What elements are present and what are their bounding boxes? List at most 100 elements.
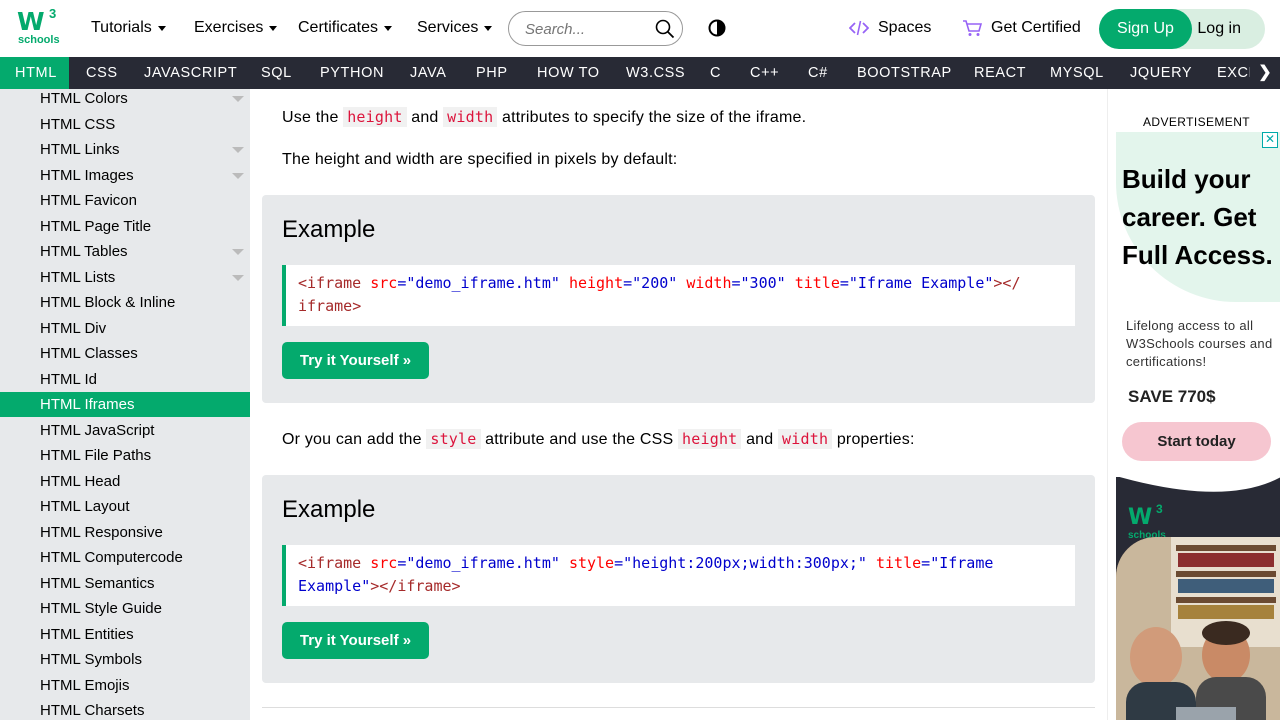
sidebar-item[interactable]: HTML Semantics — [0, 571, 250, 596]
ad-subtext: Lifelong access to all W3Schools courses… — [1126, 318, 1273, 369]
expand-caret-icon[interactable] — [232, 249, 244, 255]
sidebar-item[interactable]: HTML Iframes — [0, 392, 250, 417]
sidebar-item-label: HTML File Paths — [40, 447, 152, 464]
sidebar-item-label: HTML Emojis — [40, 676, 130, 694]
sidebar-item-label: HTML JavaScript — [40, 421, 155, 439]
expand-caret-icon[interactable] — [232, 172, 244, 179]
ad-dark-panel: W 3 schools — [1116, 477, 1280, 720]
advertisement-column: ADVERTISEMENT Build your career. Get Ful… — [1107, 89, 1280, 720]
ad-close-icon[interactable]: ✕ — [1262, 132, 1278, 148]
nav-item-java[interactable]: JAVA — [410, 57, 447, 89]
sidebar-item[interactable]: HTML Charsets — [0, 698, 250, 720]
nav-item-mysql[interactable]: MYSQL — [1050, 57, 1104, 89]
logo-w3-text: W — [17, 7, 45, 36]
code-example-1: <iframe src="demo_iframe.htm" height="20… — [282, 265, 1075, 326]
sidebar-item[interactable]: HTML CSS — [0, 112, 250, 137]
menu-exercises-label: Exercises — [194, 19, 264, 36]
sidebar-item-label: HTML Favicon — [40, 192, 137, 209]
sidebar-item[interactable]: HTML Style Guide — [0, 596, 250, 621]
sidebar-item-label: HTML Colors — [40, 90, 128, 107]
sidebar-item[interactable]: HTML Favicon — [0, 188, 250, 213]
nav-scroll-right-icon[interactable]: ❯ — [1250, 57, 1280, 89]
sidebar-item[interactable]: HTML Classes — [0, 341, 250, 366]
nav-item-sql[interactable]: SQL — [261, 57, 292, 89]
sidebar-item[interactable]: HTML Responsive — [0, 520, 250, 545]
sidebar-item[interactable]: HTML Div — [0, 316, 250, 341]
sidebar-item-label: HTML Block & Inline — [40, 294, 176, 311]
menu-certificates[interactable]: Certificates — [298, 19, 393, 37]
logo-schools-text: schools — [18, 34, 60, 46]
sidebar-item[interactable]: HTML Symbols — [0, 647, 250, 672]
ad-wave-shape — [1116, 477, 1280, 492]
nav-item-howto[interactable]: HOW TO — [537, 57, 600, 89]
paragraph-pixels: The height and width are specified in pi… — [282, 151, 678, 168]
expand-caret-icon[interactable] — [232, 96, 244, 102]
sidebar-item-label: HTML Head — [40, 472, 121, 490]
nav-item-python[interactable]: PYTHON — [320, 57, 384, 89]
sidebar-item[interactable]: HTML Emojis — [0, 673, 250, 698]
expand-caret-icon[interactable] — [232, 147, 244, 153]
nav-item-bootstrap[interactable]: BOOTSTRAP — [857, 57, 952, 89]
ad-banner[interactable]: Build your career. Get Full Access. ✕ Li… — [1116, 132, 1280, 720]
paragraph-size-intro: Use the height and width attributes to s… — [282, 107, 807, 127]
sidebar-item-label: HTML Charsets — [40, 702, 145, 719]
expand-caret-icon[interactable] — [232, 274, 244, 281]
sidebar-item[interactable]: HTML JavaScript — [0, 418, 250, 443]
code-token: height — [568, 274, 624, 292]
sidebar-item[interactable]: HTML Colors — [0, 89, 250, 111]
contrast-toggle-icon[interactable] — [708, 19, 726, 37]
sidebar-item[interactable]: HTML Images — [0, 163, 250, 188]
search-icon[interactable] — [655, 19, 675, 39]
inline-code-width: width — [778, 429, 833, 449]
signup-button[interactable]: Sign Up — [1099, 9, 1192, 49]
search-input[interactable] — [523, 19, 648, 39]
try-it-yourself-button[interactable]: Try it Yourself » — [282, 342, 429, 379]
top-bar: W 3 schools Tutorials Exercises Certific… — [0, 0, 1280, 57]
code-token: src — [370, 554, 398, 572]
sidebar-item[interactable]: HTML Block & Inline — [0, 290, 250, 315]
menu-services[interactable]: Services — [417, 19, 493, 37]
cart-icon — [963, 20, 982, 36]
sidebar-item[interactable]: HTML Page Title — [0, 214, 250, 239]
sidebar-item[interactable]: HTML Computercode — [0, 545, 250, 570]
sidebar-item[interactable]: HTML Lists — [0, 265, 250, 290]
nav-item-w3css[interactable]: W3.CSS — [626, 57, 685, 89]
spaces-link[interactable]: Spaces — [849, 19, 931, 37]
text: and — [741, 431, 779, 448]
menu-tutorials[interactable]: Tutorials — [91, 19, 166, 37]
ad-logo-w3-text: W — [1128, 505, 1153, 530]
sidebar-item-label: HTML Lists — [40, 268, 116, 286]
sidebar-item[interactable]: HTML Links — [0, 137, 250, 162]
menu-exercises[interactable]: Exercises — [194, 19, 278, 37]
nav-item-jquery[interactable]: JQUERY — [1130, 57, 1192, 89]
nav-item-react[interactable]: REACT — [974, 57, 1026, 89]
code-token: src — [370, 274, 398, 292]
sidebar-item[interactable]: HTML Head — [0, 469, 250, 494]
code-token: "Iframe Example" — [848, 274, 994, 292]
try-it-yourself-button[interactable]: Try it Yourself » — [282, 622, 429, 659]
sidebar-item[interactable]: HTML Layout — [0, 494, 250, 519]
w3schools-logo[interactable]: W 3 schools — [17, 6, 61, 49]
nav-item-csharp[interactable]: C# — [808, 57, 828, 89]
nav-item-cpp[interactable]: C++ — [750, 57, 779, 89]
sidebar-item-label: HTML Style Guide — [40, 600, 162, 617]
nav-item-javascript[interactable]: JAVASCRIPT — [144, 57, 237, 89]
code-token: "200" — [632, 274, 678, 292]
ad-photo-illustration — [1116, 537, 1280, 720]
sidebar-item[interactable]: HTML Entities — [0, 622, 250, 647]
inline-code-height: height — [343, 107, 407, 127]
nav-item-css[interactable]: CSS — [86, 57, 118, 89]
sidebar-item[interactable]: HTML File Paths — [0, 443, 250, 468]
nav-item-html[interactable]: HTML — [0, 57, 69, 89]
sidebar-item[interactable]: HTML Id — [0, 367, 250, 392]
section-divider — [262, 707, 1095, 708]
ad-start-today-button[interactable]: Start today — [1122, 422, 1271, 461]
get-certified-link[interactable]: Get Certified — [962, 19, 1081, 37]
nav-item-c[interactable]: C — [710, 57, 721, 89]
sidebar-item[interactable]: HTML Tables — [0, 239, 250, 264]
nav-item-php[interactable]: PHP — [476, 57, 508, 89]
sidebar-item-label: HTML Tables — [40, 243, 128, 260]
code-token: > — [352, 297, 362, 315]
paragraph-style-option: Or you can add the style attribute and u… — [282, 429, 915, 449]
text: attributes to specify the size of the if… — [497, 109, 807, 126]
